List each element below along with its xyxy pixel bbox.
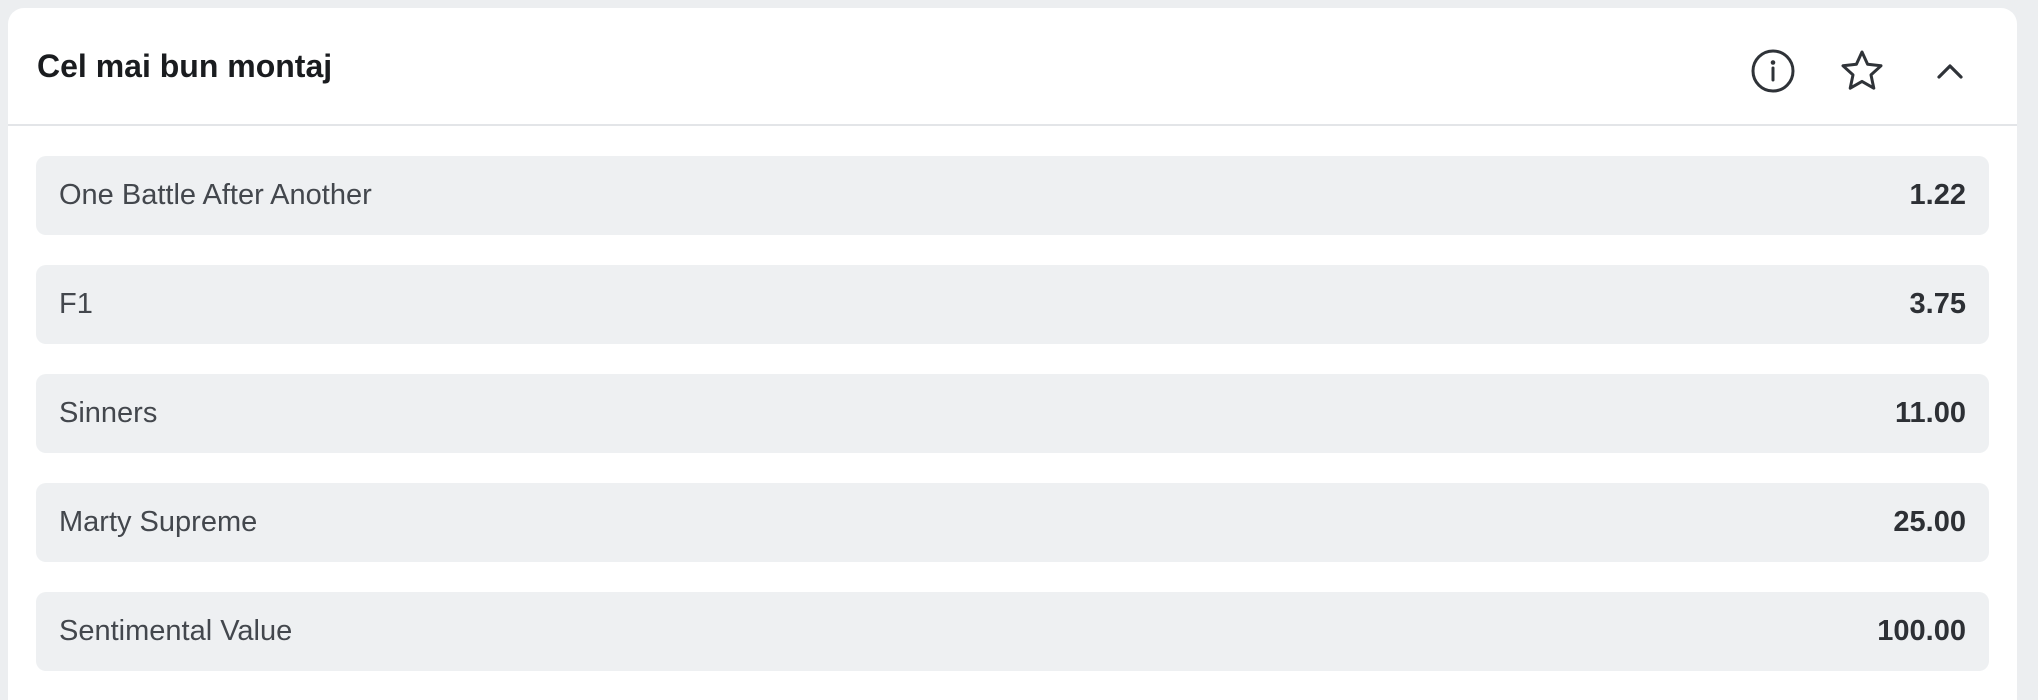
selection-name: One Battle After Another <box>59 179 372 211</box>
selection-row[interactable]: Marty Supreme 25.00 <box>36 483 1989 562</box>
selection-row[interactable]: Sinners 11.00 <box>36 374 1989 453</box>
star-icon[interactable] <box>1837 46 1887 96</box>
market-card: Cel mai bun montaj One Battle After Anot… <box>8 8 2017 700</box>
info-icon[interactable] <box>1748 46 1798 96</box>
selection-odds: 11.00 <box>1895 397 1966 429</box>
selection-name: F1 <box>59 288 93 320</box>
selection-odds: 100.00 <box>1877 615 1966 647</box>
selection-odds: 1.22 <box>1909 179 1966 211</box>
market-title: Cel mai bun montaj <box>37 48 333 84</box>
selection-odds: 25.00 <box>1893 506 1966 538</box>
chevron-up-icon[interactable] <box>1925 46 1975 96</box>
selection-row[interactable]: Sentimental Value 100.00 <box>36 592 1989 671</box>
selection-list: One Battle After Another 1.22 F1 3.75 Si… <box>36 156 1989 700</box>
selection-odds: 3.75 <box>1909 288 1966 320</box>
market-header: Cel mai bun montaj <box>8 8 2017 126</box>
selection-row[interactable]: F1 3.75 <box>36 265 1989 344</box>
selection-name: Sentimental Value <box>59 615 293 647</box>
selection-name: Sinners <box>59 397 158 429</box>
selection-name: Marty Supreme <box>59 506 258 538</box>
selection-row[interactable]: One Battle After Another 1.22 <box>36 156 1989 235</box>
